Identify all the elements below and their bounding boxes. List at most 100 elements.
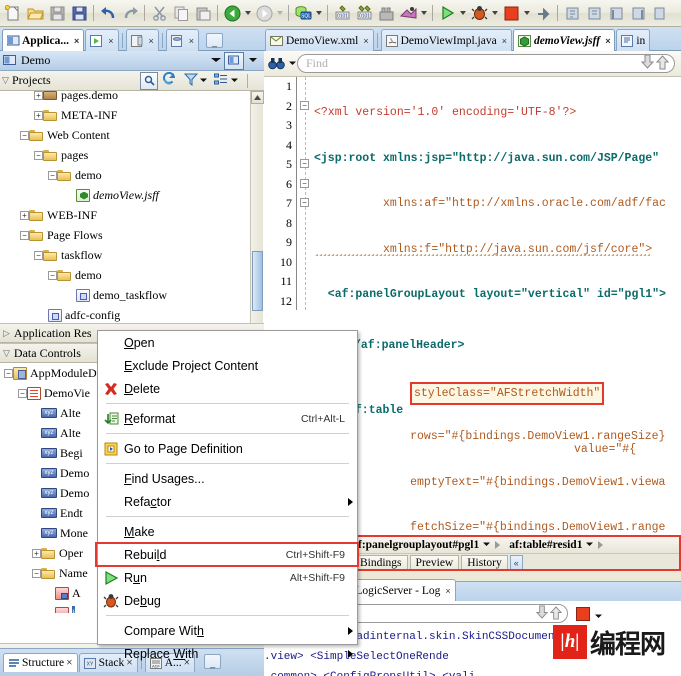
tree-row-adfc-config[interactable]: adfc-config [0, 305, 264, 325]
close-icon[interactable]: × [108, 36, 113, 46]
resume-icon[interactable] [561, 2, 583, 24]
tree-row-meta-inf[interactable]: + META-INF [0, 105, 264, 125]
fold-toggle[interactable]: − [300, 159, 309, 168]
close-icon[interactable]: × [149, 36, 154, 46]
fold-toggle[interactable]: − [300, 101, 309, 110]
deploy-caret[interactable] [419, 2, 429, 24]
stop-icon[interactable] [500, 2, 522, 24]
tree-row-page-flows[interactable]: − Page Flows [0, 225, 264, 245]
collapse-toggle[interactable]: − [48, 270, 57, 280]
menu-item-make[interactable]: Make [98, 520, 357, 543]
tab-resource-palette[interactable]: × [125, 29, 159, 51]
breadcrumb-item-panelgrouplayout[interactable]: f:panelgrouplayout#pgl1 [352, 537, 495, 553]
step-out-icon[interactable] [605, 2, 627, 24]
refresh-icon[interactable] [162, 71, 177, 89]
fold-toggle[interactable]: − [300, 179, 309, 188]
context-menu[interactable]: Open Exclude Project Content Delete Refo… [97, 330, 358, 661]
menu-item-run[interactable]: Run Alt+Shift-F9 [98, 566, 357, 589]
paste-icon[interactable] [192, 2, 214, 24]
close-icon[interactable]: × [363, 36, 368, 46]
find-prev-icon[interactable] [655, 54, 670, 73]
search-icon[interactable] [140, 71, 158, 90]
tab-structure[interactable]: Structure × [3, 653, 78, 672]
filter-caret[interactable] [199, 75, 208, 87]
collapse-toggle[interactable]: − [32, 568, 41, 578]
collapse-toggle[interactable]: − [20, 130, 29, 140]
find-up-icon[interactable] [549, 605, 563, 623]
collapse-toggle[interactable]: − [20, 230, 29, 240]
close-icon[interactable]: × [74, 36, 79, 46]
chevron-down-icon[interactable] [210, 55, 222, 67]
group-caret[interactable] [230, 75, 239, 87]
tree-row-taskflow[interactable]: − taskflow [0, 245, 264, 265]
sql-caret[interactable] [314, 2, 324, 24]
tree-row-web-content[interactable]: − Web Content [0, 125, 264, 145]
tab-preview[interactable]: Preview [409, 555, 460, 570]
run-caret[interactable] [458, 2, 468, 24]
menu-item-rebuild[interactable]: Rebuild Ctrl+Shift-F9 [98, 543, 357, 566]
tab-demoview-xml[interactable]: DemoView.xml × [265, 29, 374, 51]
breadcrumb-item-table[interactable]: af:table#resid1 [503, 537, 598, 553]
sql-worksheet-icon[interactable]: SQL [292, 2, 314, 24]
tree-row-demoview-jsff[interactable]: demoView.jsff [0, 185, 264, 205]
menu-item-find-usages[interactable]: Find Usages... [98, 467, 357, 490]
save-all-icon[interactable] [68, 2, 90, 24]
menu-item-go-to-page-definition[interactable]: Go to Page Definition [98, 437, 357, 460]
find-next-icon[interactable] [640, 54, 655, 73]
forward-caret[interactable] [275, 2, 285, 24]
binoculars-icon[interactable] [268, 57, 285, 71]
copy-icon[interactable] [170, 2, 192, 24]
tree-row-demo-taskflow[interactable]: demo_taskflow [0, 285, 264, 305]
menu-item-delete[interactable]: Delete [98, 377, 357, 400]
expand-toggle[interactable]: + [34, 91, 43, 100]
menu-item-reformat[interactable]: Reformat Ctrl+Alt-L [98, 407, 357, 430]
group-icon[interactable] [214, 73, 228, 89]
tree-row-demo[interactable]: − demo [0, 165, 264, 185]
find-down-icon[interactable] [535, 605, 549, 623]
deploy-icon[interactable] [397, 2, 419, 24]
tab-demoviewimpl-java[interactable]: DemoViewImpl.java × [380, 29, 512, 51]
tree-row-pages[interactable]: − pages [0, 145, 264, 165]
scroll-thumb[interactable] [252, 251, 263, 311]
cut-icon[interactable] [148, 2, 170, 24]
filter-icon[interactable] [183, 73, 199, 89]
collapse-toggle[interactable]: − [34, 150, 43, 160]
stop-caret[interactable] [522, 2, 532, 24]
tab-bindings[interactable]: Bindings [354, 555, 408, 570]
tab-demoview-jsff[interactable]: demoView.jsff × [512, 29, 616, 51]
step-to-end-icon[interactable] [627, 2, 649, 24]
close-icon[interactable]: × [445, 586, 450, 596]
collapse-toggle[interactable]: − [48, 170, 57, 180]
tab-history[interactable]: History [461, 555, 508, 570]
tab-database-navigator[interactable]: × [165, 29, 200, 51]
new-icon[interactable] [2, 2, 24, 24]
collapse-toggle[interactable]: − [18, 388, 27, 398]
navigate-back-icon[interactable] [221, 2, 243, 24]
menu-item-refactor[interactable]: Refactor [98, 490, 357, 513]
find-caret[interactable] [288, 58, 297, 70]
menu-item-debug[interactable]: Debug [98, 589, 357, 612]
close-icon[interactable]: × [189, 36, 194, 46]
debug-icon[interactable] [468, 2, 490, 24]
rebuild-icon[interactable]: 0101 [353, 2, 375, 24]
undo-icon[interactable] [97, 2, 119, 24]
menu-item-compare-with[interactable]: Compare With [98, 619, 357, 642]
make-icon[interactable] [375, 2, 397, 24]
close-icon[interactable]: × [66, 657, 73, 669]
close-icon[interactable]: × [605, 36, 610, 46]
close-icon[interactable]: × [502, 36, 507, 46]
step-over-icon[interactable] [532, 2, 554, 24]
expand-toggle[interactable]: + [32, 548, 41, 558]
menu-item-replace-with[interactable]: Replace With [98, 642, 357, 665]
redo-icon[interactable] [119, 2, 141, 24]
menu-item-exclude-project-content[interactable]: Exclude Project Content [98, 354, 357, 377]
navigate-forward-icon[interactable] [253, 2, 275, 24]
tree-row-demo-2[interactable]: − demo [0, 265, 264, 285]
build-icon[interactable]: 0101 [331, 2, 353, 24]
tab-application-navigator[interactable]: Applica... × [2, 29, 85, 51]
back-caret[interactable] [243, 2, 253, 24]
expand-toggle[interactable]: + [34, 110, 43, 120]
open-folder-icon[interactable] [24, 2, 46, 24]
minimize-panel-button[interactable]: _ [206, 33, 224, 48]
tree-row-web-inf[interactable]: + WEB-INF [0, 205, 264, 225]
